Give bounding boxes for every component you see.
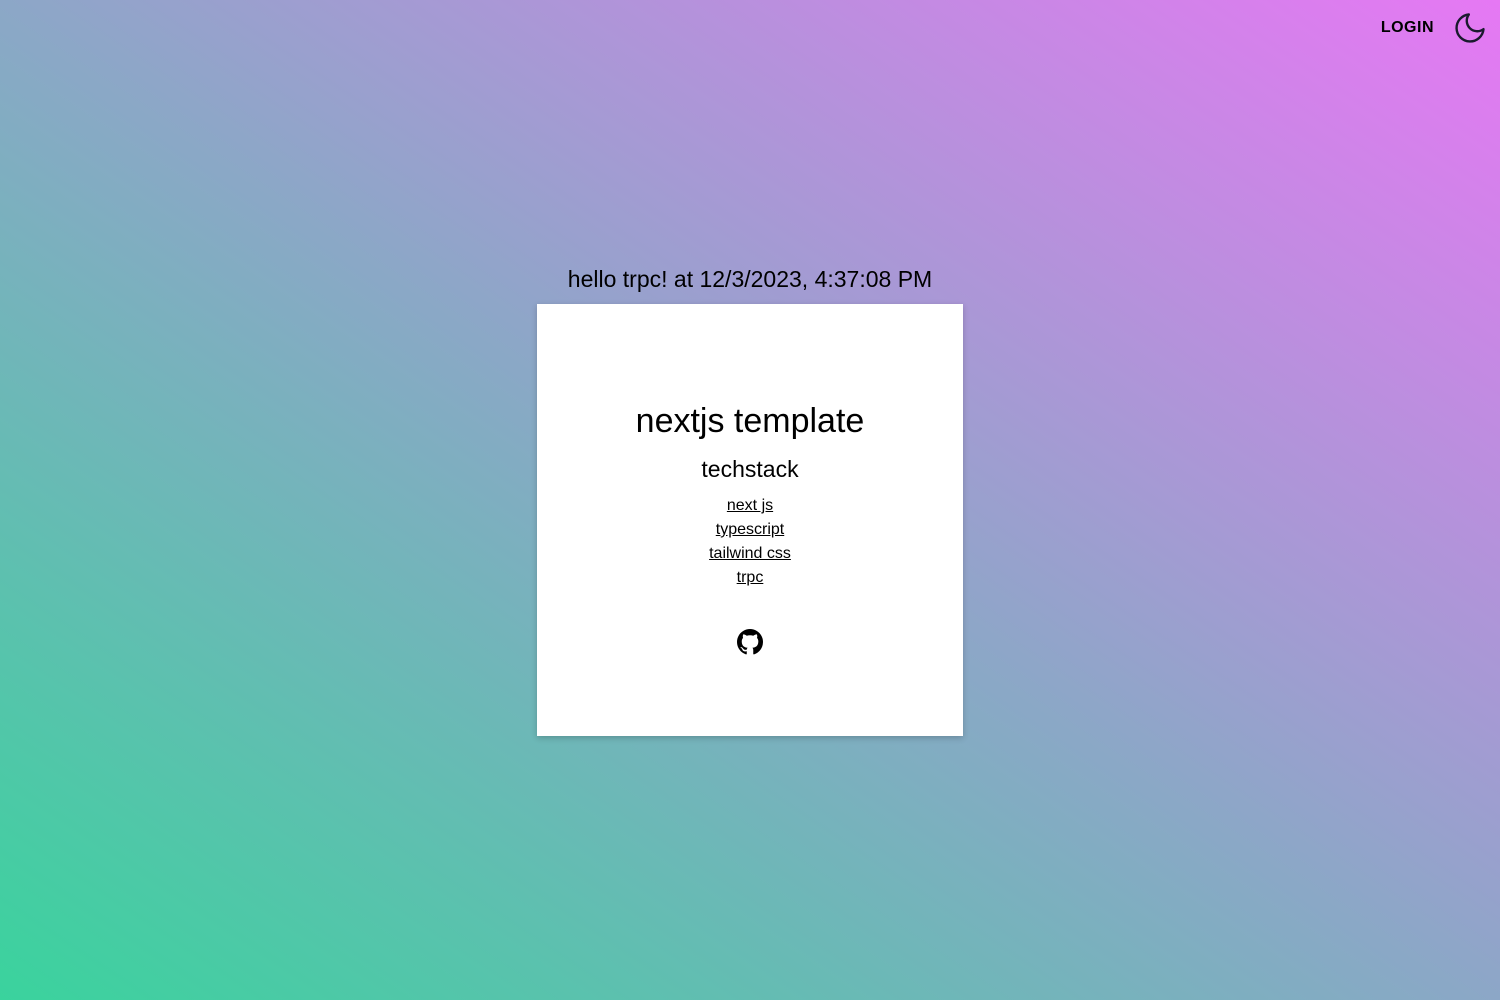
techstack-list: next js typescript tailwind css trpc [709, 494, 791, 590]
greeting-text: hello trpc! at 12/3/2023, 4:37:08 PM [567, 266, 933, 292]
github-link[interactable] [736, 628, 764, 656]
link-typescript[interactable]: typescript [716, 521, 784, 538]
link-next-js[interactable]: next js [727, 497, 773, 514]
link-trpc[interactable]: trpc [737, 569, 764, 586]
list-item: trpc [709, 566, 791, 590]
card-title: nextjs template [635, 402, 865, 440]
login-link[interactable]: LOGIN [1381, 19, 1434, 37]
card-subtitle: techstack [701, 456, 799, 482]
moon-icon [1455, 13, 1485, 43]
list-item: typescript [709, 518, 791, 542]
github-icon [737, 629, 763, 655]
list-item: next js [709, 494, 791, 518]
template-card: nextjs template techstack next js typesc… [537, 304, 963, 736]
top-nav: LOGIN [1381, 10, 1488, 46]
theme-toggle-button[interactable] [1452, 10, 1488, 46]
main-content: hello trpc! at 12/3/2023, 4:37:08 PM nex… [0, 262, 1500, 736]
link-tailwind-css[interactable]: tailwind css [709, 545, 791, 562]
list-item: tailwind css [709, 542, 791, 566]
